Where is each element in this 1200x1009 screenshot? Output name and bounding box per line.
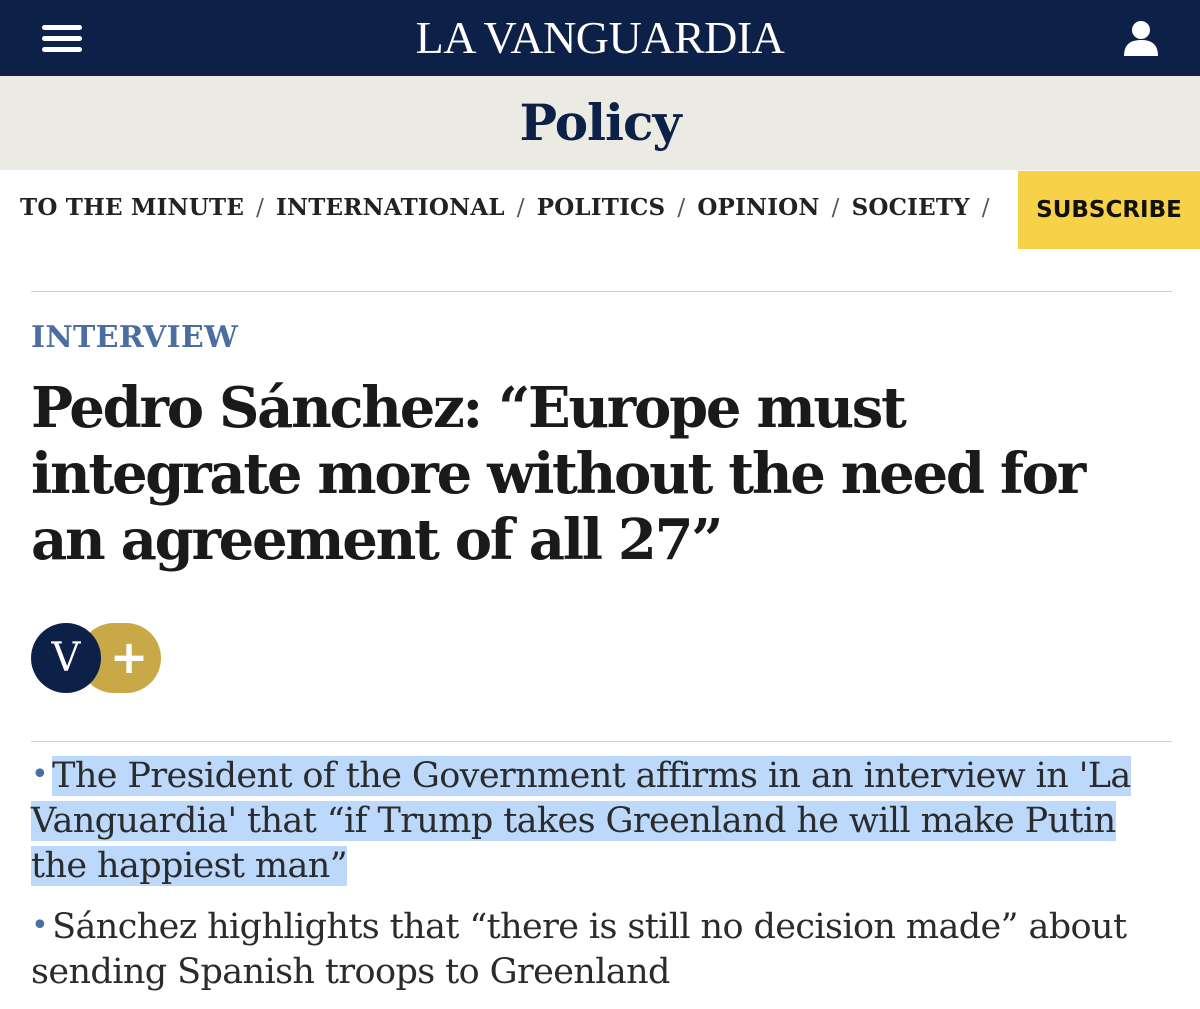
nav-separator: / xyxy=(677,195,686,221)
bullet-dot-icon: • xyxy=(31,757,49,792)
top-bar: LA VANGUARDIA xyxy=(0,0,1200,76)
article-kicker[interactable]: INTERVIEW xyxy=(31,320,1200,355)
user-account-icon[interactable] xyxy=(1122,20,1160,56)
section-band: Policy xyxy=(0,76,1200,170)
subscribe-button[interactable]: SUBSCRIBE xyxy=(1018,171,1200,249)
summary-bullet: • Sánchez highlights that “there is still… xyxy=(31,903,1160,995)
summary-text: Sánchez highlights that “there is still … xyxy=(31,907,1127,992)
plus-icon: + xyxy=(109,630,149,684)
site-logo[interactable]: LA VANGUARDIA xyxy=(0,12,1200,64)
divider xyxy=(31,741,1172,742)
summary-text-highlighted[interactable]: The President of the Government affirms … xyxy=(31,756,1131,886)
nav-item-to-the-minute[interactable]: TO THE MINUTE xyxy=(20,194,244,221)
v-logo-icon: V xyxy=(31,623,101,693)
nav-separator: / xyxy=(981,195,990,221)
section-title[interactable]: Policy xyxy=(519,93,681,153)
nav-item-politics[interactable]: POLITICS xyxy=(537,194,666,221)
nav-item-opinion[interactable]: OPINION xyxy=(697,194,819,221)
summary-bullet: • The President of the Government affirms… xyxy=(31,752,1160,889)
nav-separator: / xyxy=(831,195,840,221)
vanguardia-plus-badge[interactable]: + V xyxy=(31,623,163,693)
nav-separator: / xyxy=(256,195,265,221)
article-summary: • The President of the Government affirms… xyxy=(31,752,1160,995)
section-nav: TO THE MINUTE / INTERNATIONAL / POLITICS / OPI… xyxy=(0,170,1200,250)
nav-item-international[interactable]: INTERNATIONAL xyxy=(276,194,505,221)
nav-item-society[interactable]: SOCIETY xyxy=(852,194,970,221)
article-headline: Pedro Sánchez: “Europe must integrate mo… xyxy=(31,375,1086,573)
nav-separator: / xyxy=(516,195,525,221)
bullet-dot-icon: • xyxy=(31,908,49,943)
divider xyxy=(31,291,1172,292)
